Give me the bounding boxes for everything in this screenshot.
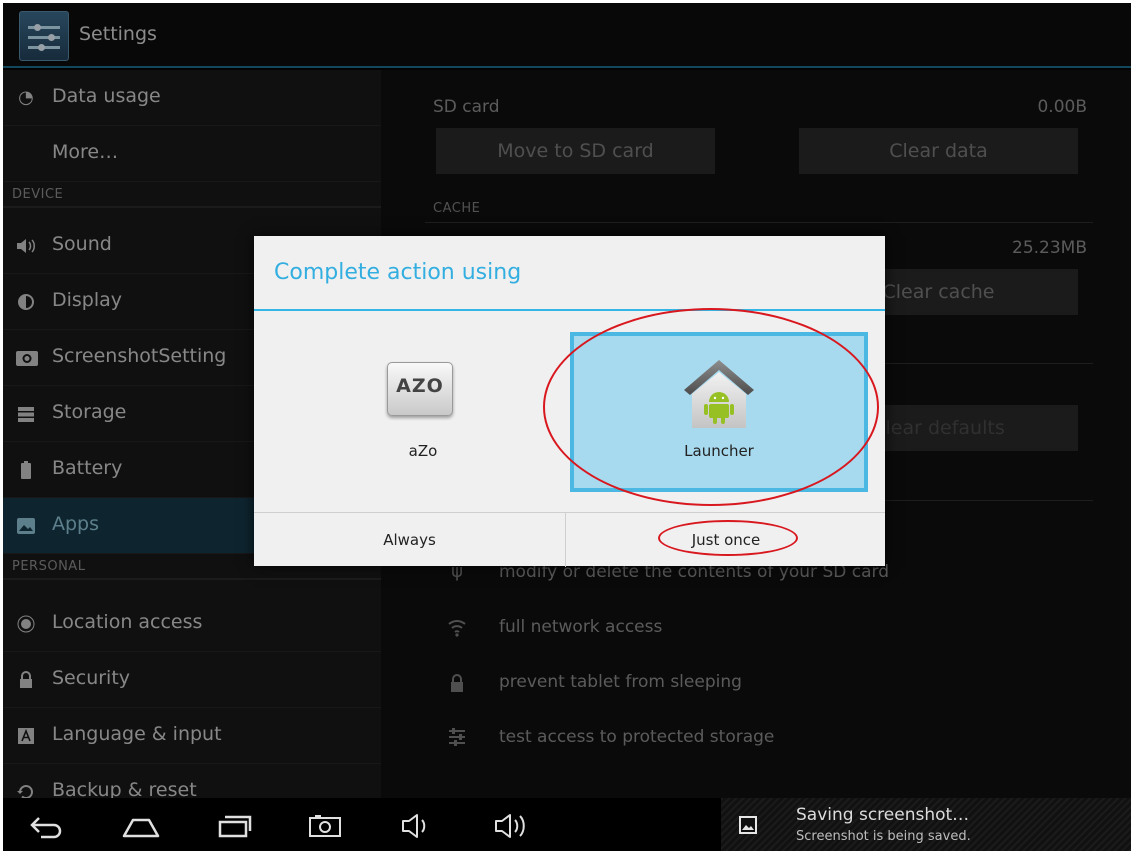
always-button[interactable]: Always bbox=[254, 513, 566, 567]
dialog-title-divider bbox=[254, 309, 885, 311]
back-icon[interactable] bbox=[27, 810, 67, 842]
just-once-button[interactable]: Just once bbox=[567, 513, 885, 567]
home-icon[interactable] bbox=[121, 810, 161, 842]
screenshot-notification[interactable]: Saving screenshot… Screenshot is being s… bbox=[721, 798, 1131, 851]
dialog-button-bar: Always Just once bbox=[254, 512, 885, 567]
volume-up-icon[interactable] bbox=[493, 810, 533, 842]
dialog-title: Complete action using bbox=[274, 260, 522, 285]
screenshot-icon[interactable] bbox=[305, 810, 345, 842]
recent-apps-icon[interactable] bbox=[215, 810, 255, 842]
tablet-screen: Settings ◔ Data usage More… DEVICE Sound… bbox=[3, 3, 1131, 851]
notification-title: Saving screenshot… bbox=[796, 805, 970, 825]
choice-launcher[interactable]: Launcher bbox=[570, 332, 868, 492]
system-navigation-bar: Saving screenshot… Screenshot is being s… bbox=[3, 798, 1131, 851]
image-icon bbox=[739, 816, 757, 834]
complete-action-dialog: Complete action using AZO aZo Launcher A… bbox=[254, 236, 885, 567]
choice-label: Launcher bbox=[684, 442, 754, 460]
notification-subtitle: Screenshot is being saved. bbox=[796, 829, 971, 844]
launcher-app-icon bbox=[684, 360, 754, 428]
choice-label: aZo bbox=[408, 442, 438, 460]
azo-app-icon: AZO bbox=[387, 362, 453, 416]
volume-down-icon[interactable] bbox=[399, 810, 439, 842]
choice-azo[interactable]: AZO aZo bbox=[274, 332, 572, 492]
